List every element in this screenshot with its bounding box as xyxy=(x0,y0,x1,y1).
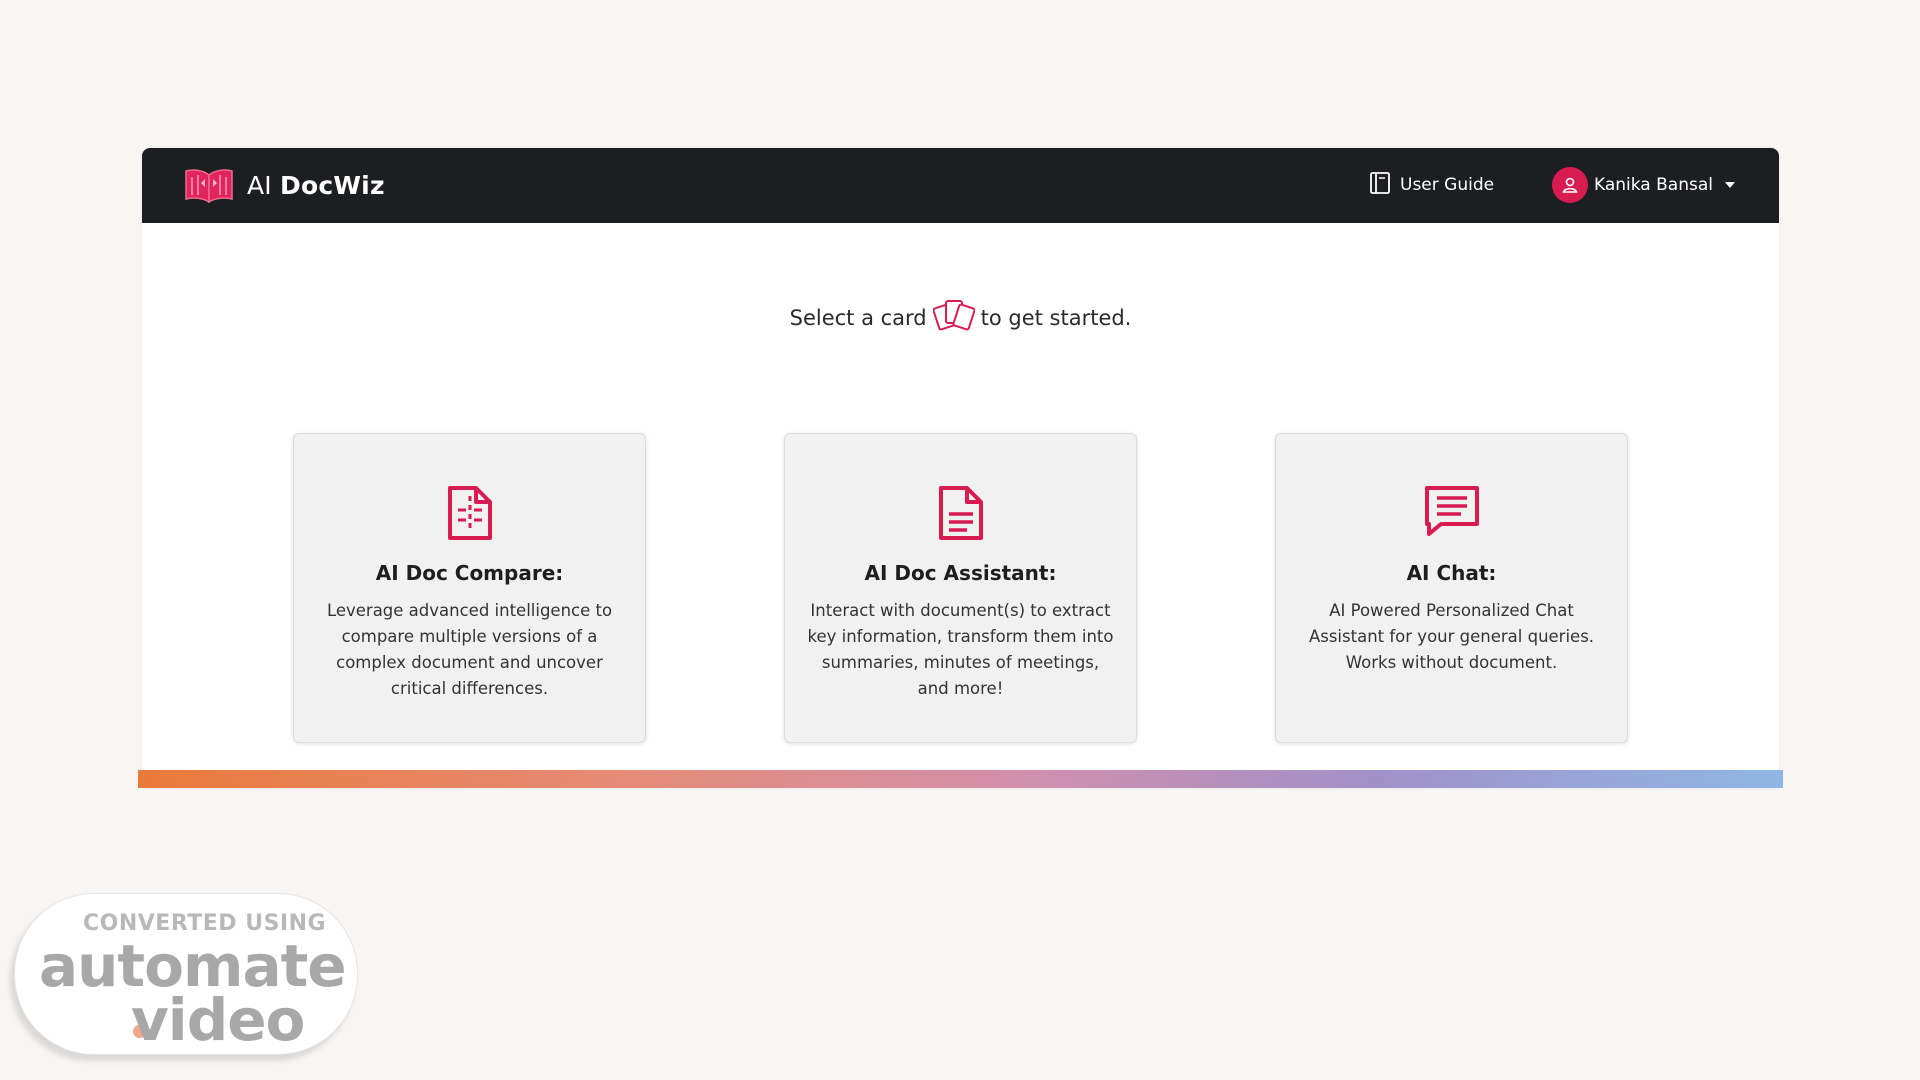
watermark-badge: CONVERTED USING automate video xyxy=(14,893,358,1055)
user-avatar-icon xyxy=(1552,167,1588,203)
file-compare-icon xyxy=(294,484,645,542)
brand-prefix: AI xyxy=(247,170,272,200)
card-title: AI Chat: xyxy=(1406,561,1497,585)
chat-icon xyxy=(1276,484,1627,538)
book-logo-icon xyxy=(183,167,235,203)
prompt-text-before: Select a card xyxy=(789,305,927,330)
user-menu-dropdown[interactable]: Kanika Bansal xyxy=(1552,167,1735,203)
brand-title: DocWiz xyxy=(280,170,385,200)
app-window: AI DocWiz User Guide Kanika Bansal Selec… xyxy=(142,148,1779,788)
user-guide-link[interactable]: User Guide xyxy=(1369,170,1494,200)
card-description: Interact with document(s) to extract key… xyxy=(807,601,1114,698)
prompt-text-after: to get started. xyxy=(980,305,1132,330)
book-icon xyxy=(1369,171,1391,200)
card-description: AI Powered Personalized Chat Assistant f… xyxy=(1308,601,1595,672)
card-ai-chat[interactable]: AI Chat: AI Powered Personalized Chat As… xyxy=(1275,433,1628,743)
card-title: AI Doc Compare: xyxy=(375,561,564,585)
card-title: AI Doc Assistant: xyxy=(864,561,1057,585)
navbar: AI DocWiz User Guide Kanika Bansal xyxy=(142,148,1779,223)
gradient-footer-bar xyxy=(138,770,1783,788)
card-description: Leverage advanced intelligence to compar… xyxy=(326,601,613,698)
card-ai-doc-assistant[interactable]: AI Doc Assistant: Interact with document… xyxy=(784,433,1137,743)
select-card-prompt: Select a card to get started. xyxy=(142,298,1779,337)
cards-icon xyxy=(932,298,976,337)
brand[interactable]: AI DocWiz xyxy=(183,166,385,204)
user-guide-label: User Guide xyxy=(1400,175,1495,195)
watermark-line3: video xyxy=(131,986,305,1054)
card-ai-doc-compare[interactable]: AI Doc Compare: Leverage advanced intell… xyxy=(293,433,646,743)
user-name: Kanika Bansal xyxy=(1594,175,1713,195)
file-text-icon xyxy=(785,484,1136,542)
brand-name: AI DocWiz xyxy=(247,171,385,200)
chevron-down-icon xyxy=(1724,182,1735,188)
